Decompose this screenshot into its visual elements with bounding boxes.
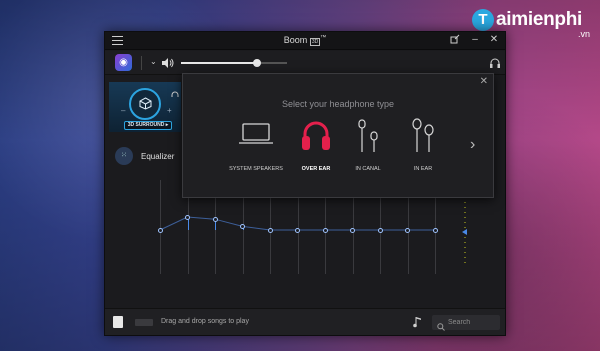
eq-band-handle[interactable] (267, 227, 273, 233)
surround-minus[interactable]: – (121, 106, 125, 115)
minimize-button[interactable]: – (469, 34, 481, 46)
eq-band-handle[interactable] (432, 227, 438, 233)
volume-slider[interactable] (181, 59, 287, 67)
search-icon (437, 318, 445, 331)
eq-band-handle[interactable] (405, 227, 410, 233)
bottom-bar: Drag and drop songs to play (105, 308, 505, 335)
drop-zone[interactable]: Drag and drop songs to play (135, 317, 405, 328)
eq-band-handle[interactable] (212, 216, 218, 222)
search-input[interactable] (448, 316, 496, 328)
divider (141, 56, 142, 70)
title-bar: Boom 3D™ – ✕ (105, 32, 505, 50)
cube-icon (139, 97, 152, 110)
in-ear-earphone-icon (412, 118, 434, 152)
headphone-small-icon (171, 86, 179, 97)
watermark-icon: T (472, 9, 494, 31)
eq-band-handle[interactable] (157, 227, 163, 233)
equalizer-icon: ⁙ (115, 147, 133, 165)
over-ear-headphone-icon (302, 121, 330, 150)
drop-text: Drag and drop songs to play (161, 318, 249, 325)
3d-surround-button[interactable]: 3D SURROUND ▸ (124, 121, 172, 130)
volume-fill (181, 62, 258, 64)
eq-band-handle[interactable] (295, 227, 300, 233)
surround-panel: – + 3D SURROUND ▸ (109, 82, 181, 132)
gain-slider[interactable] (462, 202, 468, 264)
toolbar: ◉ ⌄ (105, 51, 505, 75)
surround-plus[interactable]: + (167, 106, 172, 115)
close-button[interactable]: ✕ (488, 34, 500, 46)
dialog-title: Select your headphone type (281, 99, 395, 109)
close-icon[interactable]: ✕ (480, 76, 488, 87)
search-box[interactable] (432, 315, 500, 331)
playlist-icon[interactable] (113, 316, 123, 328)
app-title: Boom 3D™ (283, 35, 327, 46)
headphone-type-dialog: ✕ Select your headphone type SYSTEM SPEA… (182, 73, 494, 198)
headphone-icon[interactable] (489, 56, 501, 68)
eq-band-handle[interactable] (185, 214, 190, 220)
boom-logo-icon[interactable]: ◉ (115, 54, 132, 71)
drop-indicator (135, 319, 153, 326)
equalizer-label: Equalizer (141, 152, 175, 161)
watermark-text: aimienphi (496, 9, 582, 30)
chevron-down-icon[interactable]: ⌄ (150, 57, 157, 66)
surround-dial[interactable] (129, 88, 161, 120)
option-in-ear[interactable]: IN EAR (388, 118, 458, 176)
volume-handle[interactable] (253, 59, 262, 67)
in-canal-earphone-icon (358, 119, 378, 152)
eq-band-handle[interactable] (322, 227, 328, 233)
eq-band-handle[interactable] (350, 227, 355, 233)
speaker-icon[interactable] (161, 56, 175, 68)
edit-icon[interactable] (449, 34, 461, 46)
watermark-sub: .vn (577, 29, 590, 39)
option-label: IN EAR (413, 166, 433, 172)
laptop-icon (239, 123, 273, 144)
music-note-icon[interactable] (413, 315, 423, 328)
eq-band-handle[interactable] (240, 223, 245, 229)
chevron-right-icon[interactable]: › (470, 136, 475, 154)
eq-band-handle[interactable] (377, 227, 383, 233)
